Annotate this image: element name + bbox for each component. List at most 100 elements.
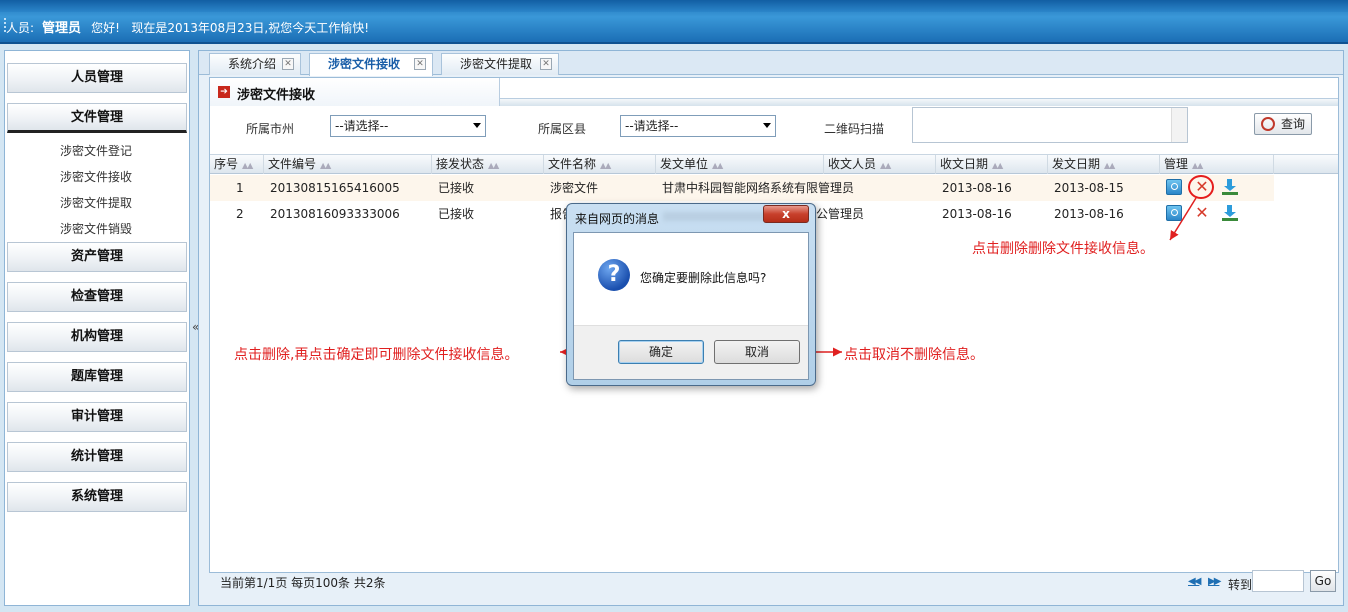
submenu-file-destroy[interactable]: 涉密文件销毁 xyxy=(5,220,187,238)
tab-label: 系统介绍 xyxy=(228,57,277,71)
col-header-receiver[interactable]: 收文人员 ▲▲ xyxy=(824,155,936,174)
dialog-title: 来自网页的消息 xyxy=(575,212,660,226)
cancel-hint-annotation: 点击取消不删除信息。 xyxy=(844,347,984,363)
cell-status: 已接收 xyxy=(438,207,475,221)
delete-highlight-ring xyxy=(1188,175,1214,199)
goto-label: 转到 xyxy=(1228,578,1253,592)
user-name: 管理员 xyxy=(42,21,82,36)
delete-hint-annotation: 点击删除删除文件接收信息。 xyxy=(972,241,1154,257)
go-button[interactable]: Go xyxy=(1310,570,1336,592)
col-header-file-no[interactable]: 文件编号 ▲▲ xyxy=(264,155,432,174)
panel-header: ➔ 涉密文件接收 xyxy=(210,78,500,106)
ok-button[interactable]: 确定 xyxy=(618,340,704,364)
menu-inspection[interactable]: 检查管理 xyxy=(7,282,187,312)
col-header-name[interactable]: 文件名称 ▲▲ xyxy=(544,155,656,174)
menu-assets[interactable]: 资产管理 xyxy=(7,242,187,272)
confirm-hint-annotation: 点击删除,再点击确定即可删除文件接收信息。 xyxy=(234,347,519,363)
banner-stripe xyxy=(0,0,1348,12)
last-page-icon[interactable]: ▶▶ xyxy=(1208,576,1221,587)
col-header-no[interactable]: 序号 ▲▲ xyxy=(210,155,264,174)
qr-scan-input[interactable] xyxy=(912,107,1188,143)
submenu-file-register[interactable]: 涉密文件登记 xyxy=(5,142,187,160)
cell-recv-date: 2013-08-16 xyxy=(942,207,1012,221)
county-select[interactable]: --请选择-- xyxy=(620,115,776,137)
query-button[interactable]: 查询 xyxy=(1254,113,1312,135)
tab-file-extract[interactable]: 涉密文件提取 ✕ xyxy=(441,53,559,75)
tab-bar: 系统介绍 ✕ 涉密文件接收 ✕ 涉密文件提取 ✕ xyxy=(199,51,1343,76)
greeting: 您好! xyxy=(91,21,120,35)
cell-unit: 甘肃中科园智能网络系统有限公 xyxy=(662,181,818,195)
dialog-body: ? 您确定要删除此信息吗? 确定 取消 xyxy=(573,232,809,380)
chevron-down-icon xyxy=(763,123,771,128)
panel-title: 涉密文件接收 xyxy=(237,88,316,103)
confirm-dialog: 来自网页的消息 x ? 您确定要删除此信息吗? 确定 取消 xyxy=(566,203,816,386)
cell-receiver: 管理员 xyxy=(818,181,855,195)
tab-close-icon[interactable]: ✕ xyxy=(414,58,426,70)
download-icon[interactable] xyxy=(1222,179,1238,195)
col-header-send-date[interactable]: 发文日期 ▲▲ xyxy=(1048,155,1160,174)
dialog-message: 您确定要删除此信息吗? xyxy=(640,271,767,285)
dialog-footer: 确定 取消 xyxy=(574,325,808,379)
cell-file-no: 20130815165416005 xyxy=(270,181,400,195)
view-icon[interactable] xyxy=(1166,179,1182,195)
cell-name: 涉密文件 xyxy=(550,181,599,195)
cell-send-date: 2013-08-16 xyxy=(1054,207,1124,221)
cell-file-no: 20130816093333006 xyxy=(270,207,400,221)
cell-no: 1 xyxy=(236,181,244,195)
cell-recv-date: 2013-08-16 xyxy=(942,181,1012,195)
menu-system[interactable]: 系统管理 xyxy=(7,482,187,512)
submenu-file-receive[interactable]: 涉密文件接收 xyxy=(5,168,187,186)
goto-page-input[interactable] xyxy=(1252,570,1304,592)
menu-personnel[interactable]: 人员管理 xyxy=(7,63,187,93)
menu-audit[interactable]: 审计管理 xyxy=(7,402,187,432)
search-icon xyxy=(1261,117,1275,131)
tab-label: 涉密文件提取 xyxy=(460,57,533,71)
menu-question-bank[interactable]: 题库管理 xyxy=(7,362,187,392)
grid-header: 序号 ▲▲ 文件编号 ▲▲ 接发状态 ▲▲ 文件名称 ▲▲ 发文单位 ▲▲ 收文人员 ▲▲ … xyxy=(210,154,1338,174)
delete-icon[interactable]: ✕ xyxy=(1194,205,1210,221)
cancel-button[interactable]: 取消 xyxy=(714,340,800,364)
col-header-status[interactable]: 接发状态 ▲▲ xyxy=(432,155,544,174)
tab-close-icon[interactable]: ✕ xyxy=(540,58,552,70)
city-label: 所属市州 xyxy=(246,122,295,136)
header-divider xyxy=(500,98,1338,106)
user-label: 人员: xyxy=(6,21,35,35)
table-row[interactable]: 1 20130815165416005 已接收 涉密文件 甘肃中科园智能网络系统… xyxy=(210,175,1274,201)
city-select-value: --请选择-- xyxy=(335,119,389,133)
col-header-recv-date[interactable]: 收文日期 ▲▲ xyxy=(936,155,1048,174)
county-label: 所属区县 xyxy=(538,122,587,136)
tab-label: 涉密文件接收 xyxy=(328,57,401,71)
date-text: 现在是2013年08月23日,祝您今天工作愉快! xyxy=(131,21,370,35)
col-header-manage: 管理 ▲▲ xyxy=(1160,155,1274,174)
qr-label: 二维码扫描 xyxy=(824,122,885,136)
sidebar: 人员管理 文件管理 涉密文件登记 涉密文件接收 涉密文件提取 涉密文件销毁 资产… xyxy=(4,50,190,606)
welcome-text: 人员: 管理员 您好! 现在是2013年08月23日,祝您今天工作愉快! xyxy=(6,17,369,36)
dialog-close-button[interactable]: x xyxy=(763,205,809,223)
scrollbar[interactable] xyxy=(1171,108,1187,142)
cell-receiver: 公管理员 xyxy=(816,207,865,221)
tab-system-intro[interactable]: 系统介绍 ✕ xyxy=(209,53,301,75)
menu-files[interactable]: 文件管理 xyxy=(7,103,187,133)
cell-status: 已接收 xyxy=(438,181,475,195)
tab-close-icon[interactable]: ✕ xyxy=(282,58,294,70)
dialog-title-blur xyxy=(663,212,773,221)
cell-no: 2 xyxy=(236,207,244,221)
first-page-icon[interactable]: ◀◀ xyxy=(1188,576,1201,587)
submenu-file-extract[interactable]: 涉密文件提取 xyxy=(5,194,187,212)
pager-controls: ◀◀ ▶▶ 转到 Go xyxy=(1188,568,1336,594)
view-icon[interactable] xyxy=(1166,205,1182,221)
menu-organization[interactable]: 机构管理 xyxy=(7,322,187,352)
col-header-unit[interactable]: 发文单位 ▲▲ xyxy=(656,155,824,174)
arrow-icon: ➔ xyxy=(218,86,230,98)
query-label: 查询 xyxy=(1280,117,1305,131)
tab-file-receive[interactable]: 涉密文件接收 ✕ xyxy=(309,53,433,76)
city-select[interactable]: --请选择-- xyxy=(330,115,486,137)
question-icon: ? xyxy=(598,259,630,291)
menu-statistics[interactable]: 统计管理 xyxy=(7,442,187,472)
top-banner: 人员: 管理员 您好! 现在是2013年08月23日,祝您今天工作愉快! xyxy=(0,0,1348,44)
download-icon[interactable] xyxy=(1222,205,1238,221)
pager-summary: 当前第1/1页 每页100条 共2条 xyxy=(220,576,386,590)
cell-send-date: 2013-08-15 xyxy=(1054,181,1124,195)
chevron-down-icon xyxy=(473,123,481,128)
county-select-value: --请选择-- xyxy=(625,119,679,133)
